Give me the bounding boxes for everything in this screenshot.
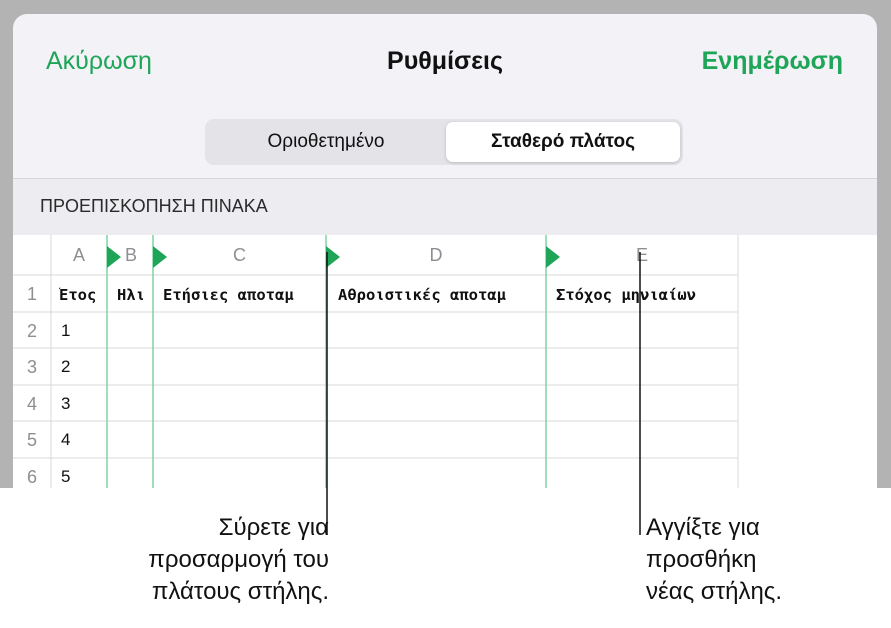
drag-callout: Σύρετε για προσαρμογή του πλάτους στήλης… — [148, 512, 329, 608]
callout-line: νέας στήλης. — [646, 578, 783, 605]
callout-line: Αγγίξτε για — [646, 514, 760, 541]
callout-line: Σύρετε για — [218, 514, 329, 541]
callout-line: πλάτους στήλης. — [151, 578, 329, 605]
callout-line: προσθήκη — [646, 546, 757, 573]
callout-line: προσαρμογή του — [148, 546, 329, 573]
tap-callout: Αγγίξτε για προσθήκη νέας στήλης. — [646, 512, 782, 608]
